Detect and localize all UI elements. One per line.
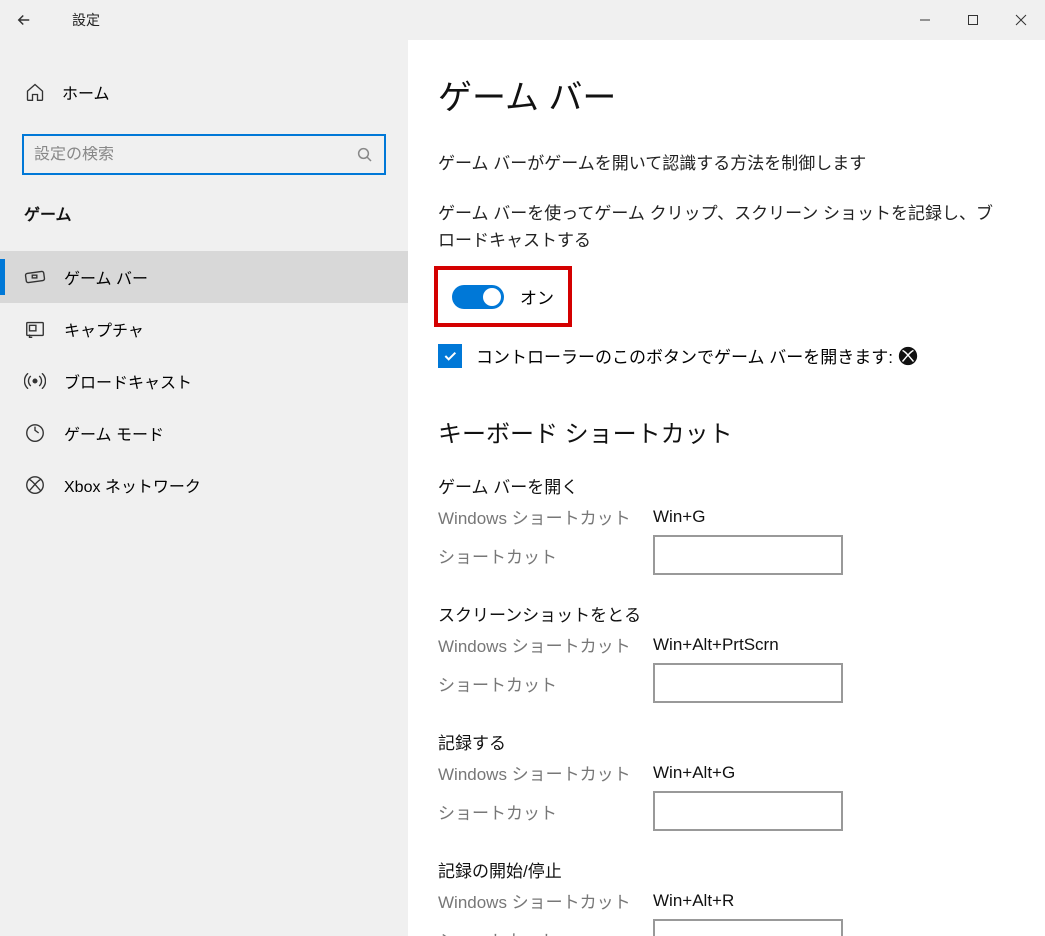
sidebar-item-game-bar[interactable]: ゲーム バー — [0, 251, 408, 303]
game-mode-icon — [24, 422, 46, 444]
sidebar-home-label: ホーム — [62, 80, 110, 104]
page-title: ゲーム バー — [438, 70, 1005, 119]
shortcut-custom-label: ショートカット — [438, 543, 653, 568]
toggle-state-label: オン — [520, 284, 554, 309]
minimize-button[interactable] — [901, 0, 949, 40]
broadcast-icon — [24, 370, 46, 392]
shortcut-input[interactable] — [653, 535, 843, 575]
sidebar-item-label: ゲーム モード — [64, 421, 164, 445]
main-content: ゲーム バー ゲーム バーがゲームを開いて認識する方法を制御します ゲーム バー… — [408, 40, 1045, 936]
sidebar-item-xbox-network[interactable]: Xbox ネットワーク — [0, 459, 408, 511]
shortcut-input[interactable] — [653, 791, 843, 831]
sidebar-item-broadcast[interactable]: ブロードキャスト — [0, 355, 408, 407]
shortcuts-section-title: キーボード ショートカット — [438, 414, 1005, 449]
sidebar-item-label: Xbox ネットワーク — [64, 473, 201, 497]
search-input[interactable] — [34, 146, 356, 164]
shortcut-name: 記録の開始/停止 — [438, 857, 1005, 882]
page-description: ゲーム バーがゲームを開いて認識する方法を制御します — [438, 149, 1005, 174]
shortcut-name: 記録する — [438, 729, 1005, 754]
shortcut-open-game-bar: ゲーム バーを開く Windows ショートカット Win+G ショートカット — [438, 473, 1005, 575]
back-button[interactable] — [0, 0, 48, 40]
controller-checkbox[interactable] — [438, 344, 462, 368]
shortcut-name: ゲーム バーを開く — [438, 473, 1005, 498]
shortcut-win-label: Windows ショートカット — [438, 888, 653, 913]
shortcut-custom-label: ショートカット — [438, 799, 653, 824]
sidebar-home[interactable]: ホーム — [0, 68, 408, 116]
window-controls — [901, 0, 1045, 40]
shortcut-name: スクリーンショットをとる — [438, 601, 1005, 626]
sidebar-item-label: ブロードキャスト — [64, 369, 192, 393]
sidebar-item-label: ゲーム バー — [64, 265, 148, 289]
shortcut-custom-label: ショートカット — [438, 671, 653, 696]
shortcut-input[interactable] — [653, 919, 843, 936]
shortcut-screenshot: スクリーンショットをとる Windows ショートカット Win+Alt+Prt… — [438, 601, 1005, 703]
shortcut-record: 記録する Windows ショートカット Win+Alt+G ショートカット — [438, 729, 1005, 831]
shortcut-win-label: Windows ショートカット — [438, 632, 653, 657]
shortcut-value: Win+Alt+G — [653, 763, 735, 783]
controller-checkbox-row: コントローラーのこのボタンでゲーム バーを開きます: — [438, 343, 1005, 368]
shortcut-value: Win+G — [653, 507, 705, 527]
xbox-network-icon — [24, 474, 46, 496]
close-button[interactable] — [997, 0, 1045, 40]
shortcut-win-label: Windows ショートカット — [438, 760, 653, 785]
shortcut-win-label: Windows ショートカット — [438, 504, 653, 529]
shortcut-value: Win+Alt+R — [653, 891, 734, 911]
game-bar-toggle[interactable] — [452, 285, 504, 309]
shortcut-start-stop: 記録の開始/停止 Windows ショートカット Win+Alt+R ショートカ… — [438, 857, 1005, 936]
toggle-description: ゲーム バーを使ってゲーム クリップ、スクリーン ショットを記録し、ブロードキャ… — [438, 200, 1005, 254]
shortcut-custom-label: ショートカット — [438, 927, 653, 936]
sidebar-item-capture[interactable]: キャプチャ — [0, 303, 408, 355]
sidebar: ホーム ゲーム ゲーム バー キャプチャ — [0, 40, 408, 936]
toggle-highlight-box: オン — [434, 266, 572, 327]
sidebar-item-game-mode[interactable]: ゲーム モード — [0, 407, 408, 459]
titlebar: 設定 — [0, 0, 1045, 40]
home-icon — [24, 82, 46, 102]
maximize-button[interactable] — [949, 0, 997, 40]
search-box[interactable] — [22, 134, 386, 175]
sidebar-category: ゲーム — [0, 175, 408, 239]
sidebar-nav: ゲーム バー キャプチャ ブロードキャスト ゲーム モード — [0, 251, 408, 511]
controller-checkbox-label: コントローラーのこのボタンでゲーム バーを開きます: — [476, 343, 893, 368]
shortcut-value: Win+Alt+PrtScrn — [653, 635, 779, 655]
search-icon — [356, 146, 374, 164]
capture-icon — [24, 318, 46, 340]
game-bar-icon — [24, 266, 46, 288]
sidebar-item-label: キャプチャ — [64, 317, 144, 341]
window-title: 設定 — [72, 10, 100, 30]
xbox-icon — [897, 345, 919, 367]
shortcut-input[interactable] — [653, 663, 843, 703]
